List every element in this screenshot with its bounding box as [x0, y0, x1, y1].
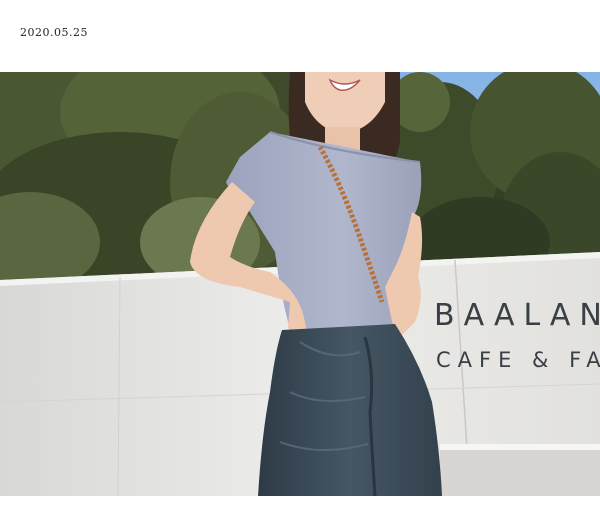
photo-illustration: [0, 72, 600, 496]
bottom-margin: [0, 496, 600, 514]
post-date: 2020.05.25: [20, 26, 88, 39]
sign-line-1: BAALAN: [434, 298, 600, 333]
sign-line-2: CAFE & FA: [436, 348, 600, 372]
photo: BAALAN CAFE & FA: [0, 72, 600, 496]
